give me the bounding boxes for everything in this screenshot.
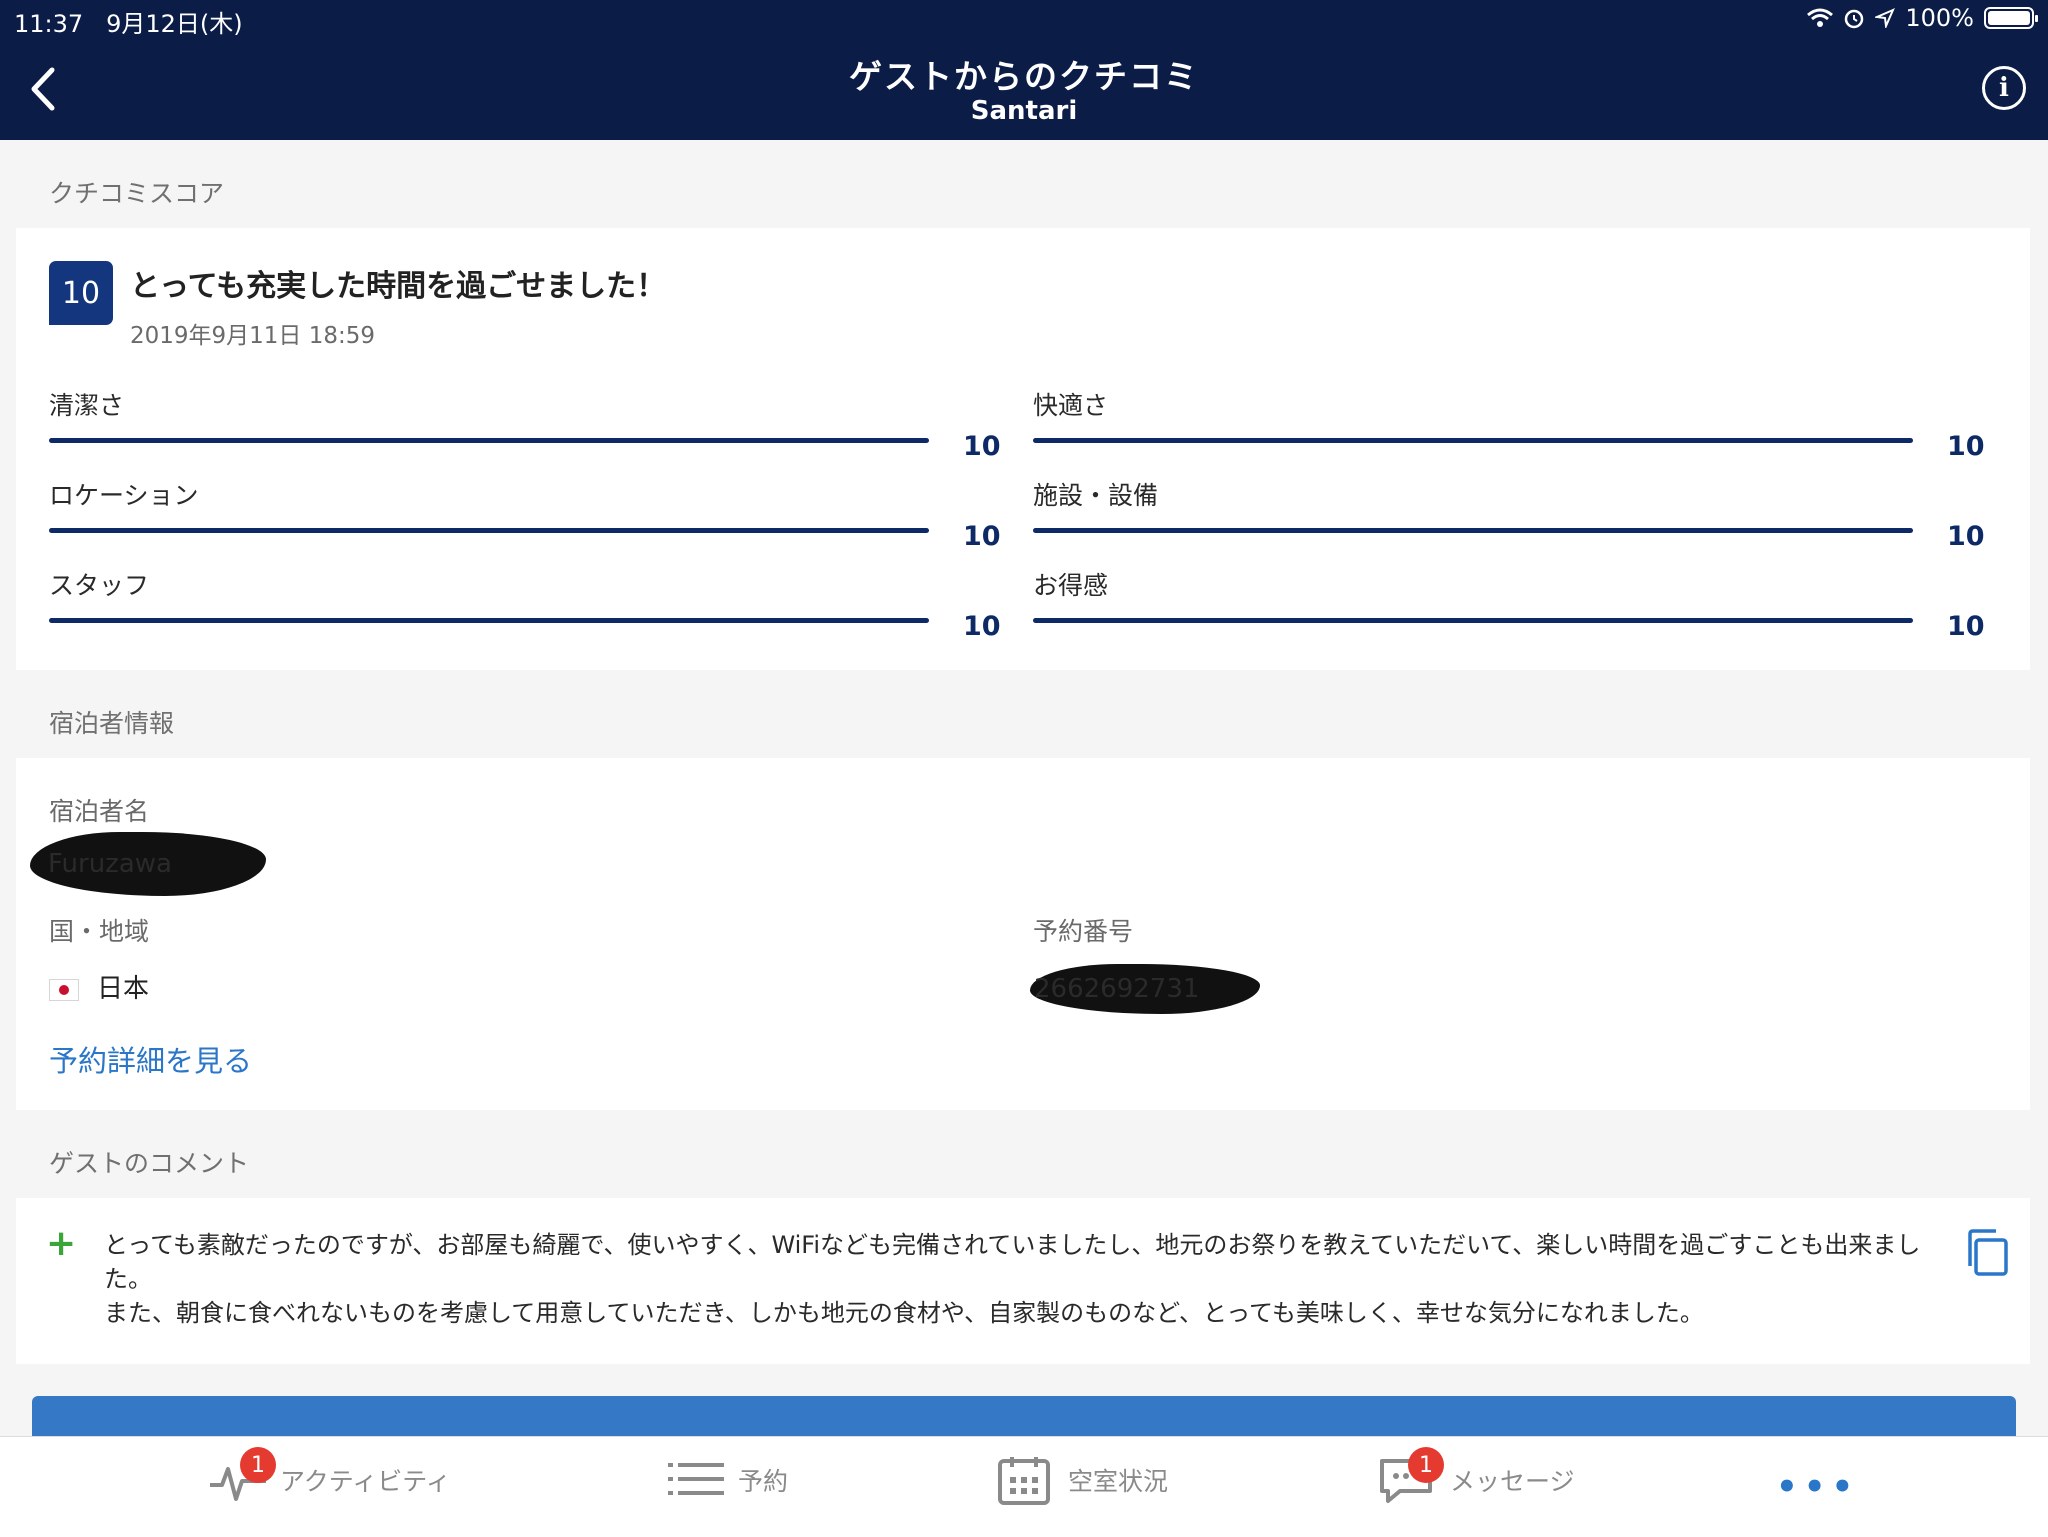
tab-label: 空室状況 <box>1068 1467 1169 1496</box>
tab-label: 予約 <box>738 1467 789 1496</box>
review-date: 2019年9月11日 18:59 <box>130 323 376 349</box>
plus-icon: + <box>46 1223 77 1264</box>
category-bar <box>49 618 929 623</box>
guest-comment-card: + とっても素敵だったのですが、お部屋も綺麗で、使いやすく、WiFiなども完備さ… <box>16 1198 2030 1364</box>
category-cleanliness: 清潔さ 10 <box>49 386 1017 476</box>
calendar-icon <box>996 1455 1056 1505</box>
guest-info-card: 宿泊者名 Furuzawa 国・地域 日本 予約番号 2662692731 予約… <box>16 758 2030 1110</box>
review-title: とっても充実した時間を過ごせました！ <box>130 269 667 304</box>
page-title: ゲストからのクチコミ <box>849 57 1199 96</box>
info-icon: i <box>1999 73 2009 103</box>
copy-button[interactable] <box>1966 1228 2010 1278</box>
battery-icon <box>1984 7 2038 29</box>
category-value: 10 <box>963 521 1001 552</box>
guest-info-section-label: 宿泊者情報 <box>49 709 175 738</box>
activity-badge: 1 <box>240 1447 276 1483</box>
review-score-card: 10 とっても充実した時間を過ごせました！ 2019年9月11日 18:59 清… <box>16 228 2030 670</box>
category-value-for-money: お得感 10 <box>1033 566 2001 656</box>
status-bar-right: 100% <box>1807 4 2038 32</box>
messages-badge: 1 <box>1408 1447 1444 1483</box>
category-bar-fill <box>1033 528 1913 533</box>
battery-percent: 100% <box>1905 4 1974 32</box>
category-bar-fill <box>1033 438 1913 443</box>
overall-score-badge: 10 <box>49 261 113 325</box>
tab-label: メッセージ <box>1450 1467 1575 1496</box>
category-bar <box>49 438 929 443</box>
booking-number-label: 予約番号 <box>1033 917 1134 946</box>
category-comfort: 快適さ 10 <box>1033 386 2001 476</box>
category-label: ロケーション <box>49 481 199 510</box>
guest-comment-text: とっても素敵だったのですが、お部屋も綺麗で、使いやすく、WiFiなども完備されて… <box>104 1231 1921 1327</box>
location-arrow-icon <box>1875 8 1896 28</box>
category-bar <box>49 528 929 533</box>
tab-label: アクティビティ <box>280 1467 451 1496</box>
category-bar <box>1033 618 1913 623</box>
wifi-icon <box>1807 8 1834 27</box>
tab-availability[interactable]: 空室状況 <box>996 1455 1168 1505</box>
category-value: 10 <box>1947 521 1985 552</box>
list-icon <box>666 1455 726 1505</box>
booking-number-value: 2662692731 <box>1030 964 1260 1014</box>
category-value: 10 <box>963 611 1001 642</box>
more-menu-button[interactable]: ••• <box>1776 1467 1859 1507</box>
info-button[interactable]: i <box>1982 66 2026 110</box>
category-label: スタッフ <box>49 571 150 600</box>
status-time: 11:37 <box>14 10 84 38</box>
category-label: 清潔さ <box>49 391 125 420</box>
japan-flag-icon <box>49 978 79 1001</box>
status-date: 9月12日(木) <box>106 10 243 38</box>
country-value: 日本 <box>49 968 149 1005</box>
category-bar-fill <box>49 528 929 533</box>
category-facilities: 施設・設備 10 <box>1033 476 2001 566</box>
category-label: お得感 <box>1033 571 1109 600</box>
category-bar <box>1033 438 1913 443</box>
reply-button[interactable] <box>32 1396 2016 1436</box>
app-header: 11:37 9月12日(木) 100% ゲストからのクチコミ Santari i <box>0 0 2048 140</box>
category-value: 10 <box>963 431 1001 462</box>
category-label: 快適さ <box>1033 391 1109 420</box>
category-bar-fill <box>49 438 929 443</box>
category-value: 10 <box>1947 611 1985 642</box>
country-name: 日本 <box>97 974 150 1004</box>
category-staff: スタッフ 10 <box>49 566 1017 656</box>
view-booking-details-link[interactable]: 予約詳細を見る <box>49 1038 252 1080</box>
category-bar-fill <box>1033 618 1913 623</box>
guest-name-value: Furuzawa <box>30 832 266 896</box>
tab-activity[interactable]: 1 アクティビティ <box>208 1447 451 1505</box>
guest-comment-section-label: ゲストのコメント <box>49 1149 250 1178</box>
category-value: 10 <box>1947 431 1985 462</box>
tab-bookings[interactable]: 予約 <box>666 1455 788 1505</box>
chat-icon: 1 <box>1378 1447 1444 1505</box>
category-label: 施設・設備 <box>1033 481 1159 510</box>
property-name: Santari <box>970 96 1078 126</box>
category-bar-fill <box>49 618 929 623</box>
bottom-tab-bar: 1 アクティビティ 予約 空室状況 1 メッセージ ••• <box>0 1436 2048 1537</box>
guest-name-label: 宿泊者名 <box>49 797 150 826</box>
category-bar <box>1033 528 1913 533</box>
category-location: ロケーション 10 <box>49 476 1017 566</box>
review-score-section-label: クチコミスコア <box>49 179 225 208</box>
alarm-icon <box>1845 9 1864 29</box>
activity-icon: 1 <box>208 1447 276 1505</box>
status-bar-clock: 11:37 9月12日(木) <box>14 4 243 39</box>
copy-icon <box>1968 1229 2008 1276</box>
tab-messages[interactable]: 1 メッセージ <box>1378 1447 1575 1505</box>
country-label: 国・地域 <box>49 917 150 946</box>
